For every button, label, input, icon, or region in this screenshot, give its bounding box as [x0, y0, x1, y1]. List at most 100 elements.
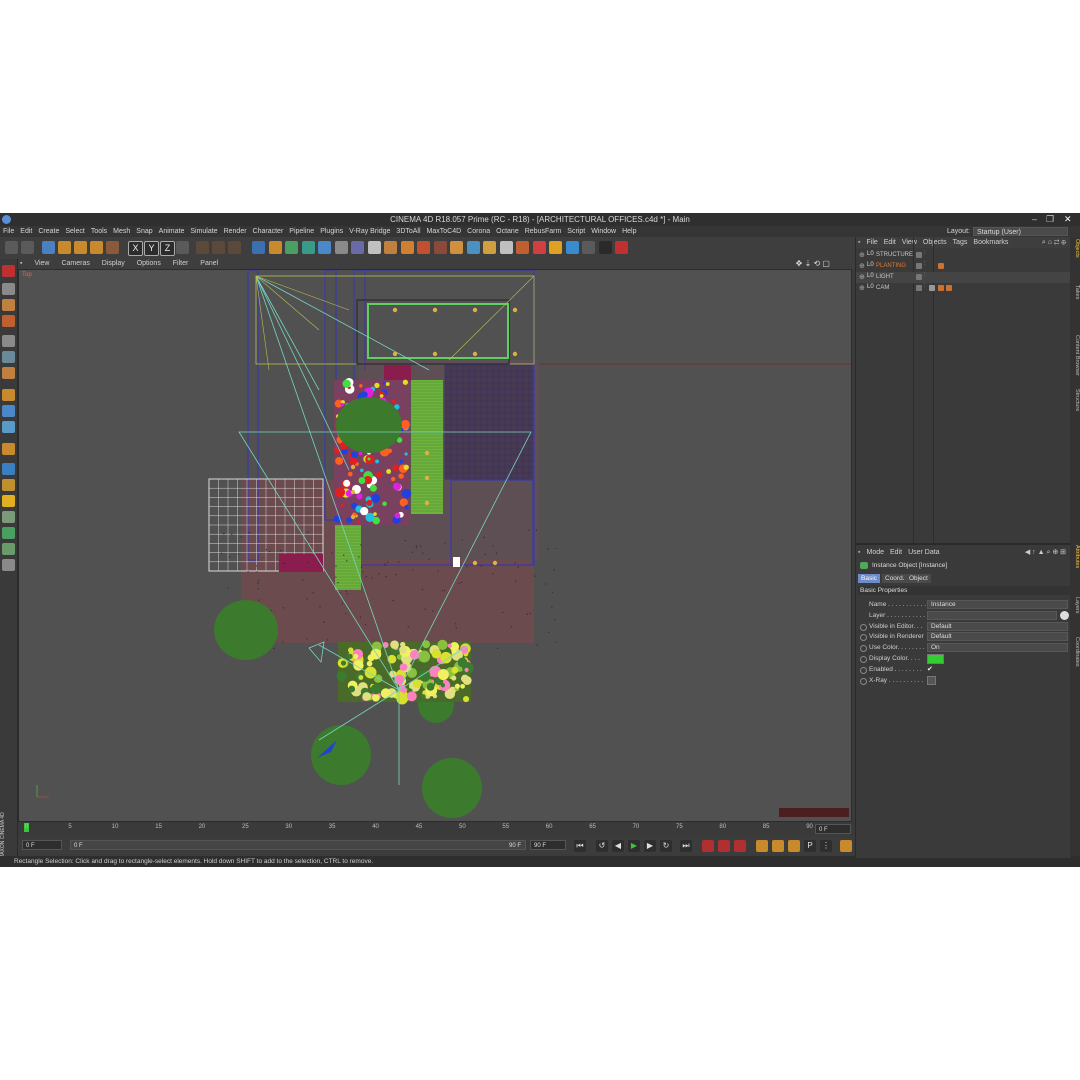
- side-tab-layers[interactable]: Layers: [1070, 597, 1080, 614]
- toolbar-tool-9-icon[interactable]: [384, 241, 397, 254]
- toolbar-tool-10-icon[interactable]: [400, 241, 414, 254]
- move-tool-icon[interactable]: [58, 241, 71, 254]
- viewport-nav-icons[interactable]: ✥ ⇣ ⟲ ▢: [796, 259, 830, 269]
- objmgr-menu-objects[interactable]: Objects: [923, 237, 947, 248]
- objmgr-menu-tags[interactable]: Tags: [953, 237, 968, 248]
- menu-rebusfarm[interactable]: RebusFarm: [525, 226, 562, 237]
- viewport-menu-view[interactable]: View: [34, 259, 49, 269]
- left-tool-12-icon[interactable]: [2, 463, 15, 475]
- expand-icon[interactable]: ⊕: [859, 273, 865, 281]
- key-rotation-icon[interactable]: [788, 840, 800, 852]
- attribute-manager-toggle-icon[interactable]: ▪: [858, 547, 860, 558]
- side-tab-structure[interactable]: Structure: [1070, 389, 1080, 411]
- left-tool-16-icon[interactable]: [2, 527, 15, 539]
- y-axis-button[interactable]: Y: [144, 241, 159, 256]
- coordinate-system-icon[interactable]: [176, 241, 189, 254]
- current-frame-field[interactable]: 0 F: [815, 824, 851, 834]
- timeline-window-icon[interactable]: [840, 840, 852, 852]
- previous-key-icon[interactable]: ↺: [596, 840, 608, 852]
- objmgr-search-icon[interactable]: ⌕ ⌂ ⇄ ⊕: [1042, 237, 1066, 248]
- restore-icon[interactable]: ❐: [1046, 214, 1054, 225]
- editor-visibility-icon[interactable]: [916, 252, 922, 258]
- left-tool-7-icon[interactable]: [2, 367, 15, 379]
- animate-param-icon[interactable]: [860, 645, 867, 653]
- visibility-dots-icon[interactable]: :: [924, 283, 926, 289]
- left-tool-8-icon[interactable]: [2, 389, 15, 401]
- toolbar-tool-17-icon[interactable]: [516, 241, 529, 254]
- visibility-dots-icon[interactable]: :: [924, 250, 926, 256]
- next-key-icon[interactable]: ↻: [660, 840, 672, 852]
- attrmgr-nav-icons[interactable]: ◀ ↑ ▲ ⌕ ⊕ ⊞: [1025, 547, 1066, 558]
- viewport-menu-filter[interactable]: Filter: [173, 259, 189, 269]
- menu-corona[interactable]: Corona: [467, 226, 490, 237]
- menu-tools[interactable]: Tools: [91, 226, 107, 237]
- menu-octane[interactable]: Octane: [496, 226, 519, 237]
- attr-text-field[interactable]: [927, 610, 1057, 620]
- viewport-menu-display[interactable]: Display: [102, 259, 125, 269]
- end-frame-field[interactable]: 90 F: [530, 840, 566, 850]
- attr-dropdown[interactable]: Default: [927, 621, 1068, 631]
- menu-create[interactable]: Create: [38, 226, 59, 237]
- left-tool-1-icon[interactable]: [2, 265, 15, 277]
- toolbar-tool-5-icon[interactable]: [318, 241, 331, 254]
- menu-v-ray-bridge[interactable]: V-Ray Bridge: [349, 226, 390, 237]
- visibility-dots-icon[interactable]: :: [924, 261, 926, 267]
- tab-object[interactable]: Object: [906, 574, 931, 583]
- attr-text-field[interactable]: Instance: [927, 600, 1068, 609]
- planting-tag-icon[interactable]: [938, 263, 944, 269]
- menu-edit[interactable]: Edit: [20, 226, 32, 237]
- rotate-tool-icon[interactable]: [90, 241, 103, 254]
- toolbar-tool-15-icon[interactable]: [483, 241, 496, 254]
- target-tag-icon[interactable]: [946, 285, 952, 291]
- record-active-icon[interactable]: [702, 840, 714, 852]
- attrmgr-menu-mode[interactable]: Mode: [866, 547, 884, 558]
- visibility-dots-icon[interactable]: :: [924, 272, 926, 278]
- object-row-cam[interactable]: ⊕ L0 CAM:: [856, 283, 1071, 294]
- go-to-end-icon[interactable]: ⏭: [680, 840, 692, 852]
- menu-script[interactable]: Script: [567, 226, 585, 237]
- left-tool-17-icon[interactable]: [2, 543, 15, 555]
- objmgr-menu-edit[interactable]: Edit: [884, 237, 896, 248]
- menu-plugins[interactable]: Plugins: [320, 226, 343, 237]
- toolbar-tool-13-icon[interactable]: [450, 241, 463, 254]
- object-row-structure[interactable]: ⊕ L0 STRUCTURE:: [856, 250, 1071, 261]
- left-tool-11-icon[interactable]: [2, 443, 15, 455]
- animate-param-icon[interactable]: [860, 677, 867, 685]
- animate-param-icon[interactable]: [860, 634, 867, 642]
- toolbar-tool-1-icon[interactable]: [252, 241, 265, 254]
- toolbar-tool-4-icon[interactable]: [301, 241, 315, 254]
- x-axis-button[interactable]: X: [128, 241, 143, 256]
- autokey-icon[interactable]: [718, 840, 730, 852]
- tab-coord[interactable]: Coord.: [882, 574, 908, 583]
- toolbar-tool-14-icon[interactable]: [466, 241, 480, 254]
- enabled-checkbox[interactable]: ✔: [927, 665, 934, 673]
- key-scale-icon[interactable]: [772, 840, 784, 852]
- toolbar-tool-19-icon[interactable]: [549, 241, 562, 254]
- key-pla-icon[interactable]: ⋮: [820, 840, 832, 852]
- objmgr-menu-bookmarks[interactable]: Bookmarks: [973, 237, 1008, 248]
- live-select-icon[interactable]: [106, 241, 119, 254]
- left-tool-2-icon[interactable]: [2, 283, 15, 295]
- viewport-menu-cameras[interactable]: Cameras: [61, 259, 89, 269]
- select-tool-icon[interactable]: [42, 241, 55, 254]
- left-tool-18-icon[interactable]: [2, 559, 15, 571]
- editor-visibility-icon[interactable]: [916, 285, 922, 291]
- attr-dropdown[interactable]: On: [927, 643, 1068, 653]
- viewport-toggle-icon[interactable]: ▪: [20, 259, 22, 269]
- object-row-planting[interactable]: ⊕ L0 PLANTING:: [856, 261, 1071, 272]
- left-tool-14-icon[interactable]: [2, 495, 15, 507]
- object-manager-toggle-icon[interactable]: ▪: [858, 237, 860, 248]
- side-tab-content-browser[interactable]: Content Browser: [1070, 335, 1080, 376]
- keyframe-selection-icon[interactable]: [734, 840, 746, 852]
- close-icon[interactable]: ✕: [1064, 214, 1072, 225]
- left-tool-13-icon[interactable]: [2, 479, 15, 491]
- left-tool-10-icon[interactable]: [2, 421, 15, 433]
- next-frame-icon[interactable]: ▶: [644, 840, 656, 852]
- undo-icon[interactable]: [5, 241, 18, 254]
- menu-pipeline[interactable]: Pipeline: [289, 226, 314, 237]
- toolbar-tool-12-icon[interactable]: [433, 241, 447, 254]
- animate-param-icon[interactable]: [860, 623, 867, 631]
- expand-icon[interactable]: ⊕: [859, 284, 865, 292]
- toolbar-tool-22-icon[interactable]: [598, 241, 612, 254]
- expand-icon[interactable]: ⊕: [859, 251, 865, 259]
